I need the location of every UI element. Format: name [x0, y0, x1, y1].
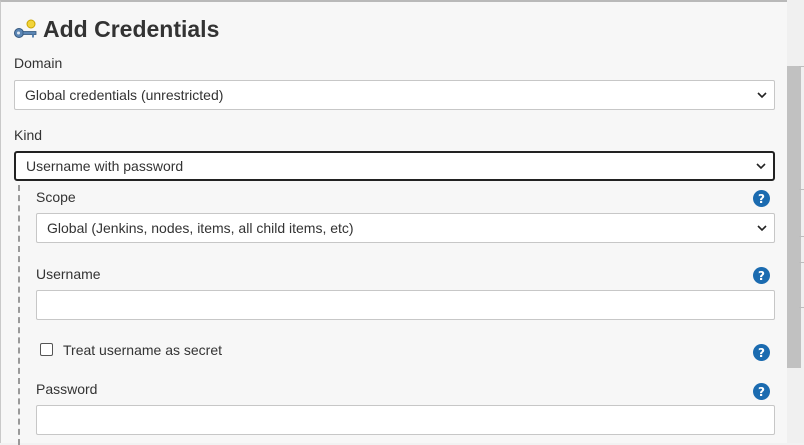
username-input[interactable] — [36, 290, 775, 320]
kind-label: Kind — [14, 127, 43, 143]
scope-select-value: Global (Jenkins, nodes, items, all child… — [47, 220, 354, 236]
treat-username-secret-label: Treat username as secret — [63, 342, 222, 358]
credentials-key-icon — [14, 19, 37, 38]
scope-label: Scope — [36, 189, 76, 205]
scope-help-icon[interactable]: ? — [753, 190, 770, 207]
password-input[interactable] — [36, 405, 775, 435]
dialog-header: Add Credentials — [13, 16, 219, 43]
chevron-down-icon — [757, 92, 767, 99]
kind-select[interactable]: Username with password — [14, 151, 775, 181]
scrollbar-thumb[interactable] — [787, 66, 801, 368]
password-label: Password — [36, 381, 98, 397]
chevron-down-icon — [757, 225, 767, 232]
username-label: Username — [36, 266, 101, 282]
domain-select-value: Global credentials (unrestricted) — [25, 87, 224, 103]
domain-select[interactable]: Global credentials (unrestricted) — [14, 80, 775, 110]
password-help-icon[interactable]: ? — [753, 383, 770, 400]
domain-label: Domain — [14, 55, 63, 71]
scope-select[interactable]: Global (Jenkins, nodes, items, all child… — [36, 213, 775, 243]
chevron-down-icon — [756, 163, 766, 170]
add-credentials-dialog: Add Credentials Domain Global credential… — [0, 0, 787, 445]
treat-secret-help-icon[interactable]: ? — [753, 344, 770, 361]
username-help-icon[interactable]: ? — [753, 267, 770, 284]
page-title: Add Credentials — [43, 16, 220, 42]
treat-username-secret-checkbox[interactable] — [40, 343, 53, 356]
kind-select-value: Username with password — [26, 158, 184, 174]
nested-section-divider — [18, 185, 20, 445]
